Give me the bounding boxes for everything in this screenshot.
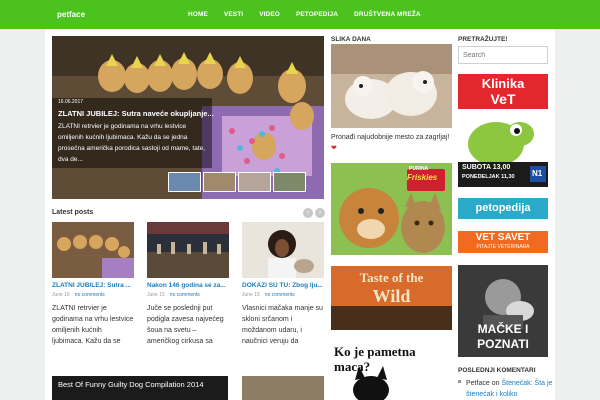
- nav-video[interactable]: VIDEO: [259, 11, 280, 18]
- post-excerpt: Vlasnici mačaka manje su skloni srčanom …: [242, 305, 323, 345]
- n1-logo: N1: [532, 169, 543, 178]
- post-card[interactable]: Nakon 146 godina se za... June 15 no comm…: [147, 222, 229, 347]
- post-date: June 16: [52, 292, 70, 298]
- post-card[interactable]: DOKAZI SU TU: Zbog lju... June 15 no comm…: [242, 222, 324, 347]
- klinika-title: Klinika: [481, 76, 525, 91]
- vet-savet-subtitle: PITAJTE VETERINARA: [476, 244, 530, 250]
- macke-line1: MAČKE I: [477, 322, 529, 336]
- post-date: June 15: [147, 292, 165, 298]
- latest-posts-heading: Latest posts: [52, 209, 94, 216]
- vet-savet-title: VET SAVET: [475, 232, 531, 243]
- post-title[interactable]: ZLATNI JUBILEJ: Sutra ...: [52, 282, 134, 289]
- nav-home[interactable]: HOME: [188, 11, 208, 18]
- comment-on: on: [491, 380, 500, 387]
- heart-icon: ❤: [331, 145, 337, 152]
- comment-author: Petface: [466, 380, 490, 387]
- post-meta: June 16 no comments: [52, 292, 134, 298]
- post-image[interactable]: [147, 222, 229, 278]
- site-logo[interactable]: petface: [57, 10, 85, 19]
- post-excerpt: Juče se poslednji put podigla zavesa naj…: [147, 305, 224, 345]
- slider-thumbnails: [168, 172, 308, 192]
- video-title[interactable]: Best Of Funny Guilty Dog Compilation 201…: [58, 380, 204, 389]
- post-image[interactable]: [242, 376, 324, 400]
- petopedija-banner[interactable]: petopedija: [458, 198, 548, 219]
- slider-thumb-1[interactable]: [168, 172, 201, 192]
- post-title[interactable]: DOKAZI SU TU: Zbog lju...: [242, 282, 324, 289]
- photo-caption: Pronađi najudobnije mesto za zagrljaj! ❤: [331, 134, 450, 152]
- vet-savet-banner[interactable]: VET SAVET PITAJTE VETERINARA: [458, 231, 548, 253]
- klinika-vet: VeT: [490, 91, 516, 107]
- friskies-logo: Friskies: [407, 173, 438, 182]
- klinika-hours-1: SUBOTA 13,00: [462, 164, 511, 171]
- latest-posts-arrows: ‹ ›: [301, 208, 325, 218]
- post-title[interactable]: Nakon 146 godina se za...: [147, 282, 229, 289]
- prev-arrow-icon[interactable]: ‹: [303, 208, 313, 218]
- photo-of-the-day[interactable]: [331, 44, 452, 128]
- slider-thumb-2[interactable]: [203, 172, 236, 192]
- slide-excerpt: ZLATNI retrvier je godinama na vrhu lest…: [58, 123, 206, 163]
- recent-comments-heading: POSLEDNJI KOMENTARI: [458, 367, 536, 374]
- bullet-icon: [458, 380, 461, 383]
- post-meta: June 15 no comments: [242, 292, 324, 298]
- macke-line2: POZNATI: [477, 337, 529, 351]
- nav-vesti[interactable]: VESTI: [224, 11, 243, 18]
- search-input[interactable]: [458, 46, 548, 64]
- slika-dana-heading: SLIKA DANA: [331, 36, 371, 43]
- post-comments-link[interactable]: no comments: [265, 292, 295, 298]
- post-image[interactable]: [242, 222, 324, 278]
- post-card[interactable]: ZLATNI JUBILEJ: Sutra ... June 16 no comm…: [52, 222, 134, 347]
- post-image[interactable]: [52, 222, 134, 278]
- wild-line1: Taste of the: [359, 270, 424, 285]
- slider-thumb-4[interactable]: [273, 172, 306, 192]
- search-heading: PRETRAŽUJTE!: [458, 36, 508, 43]
- pametna-text: Ko je pametna maca?: [334, 344, 416, 374]
- nav-drustvena-mreza[interactable]: DRUŠTVENA MREŽA: [354, 11, 421, 18]
- post-meta: June 15 no comments: [147, 292, 229, 298]
- klinika-hours-2: PONEDELJAK 11,30: [462, 174, 515, 180]
- next-arrow-icon[interactable]: ›: [315, 208, 325, 218]
- post-excerpt: ZLATNI retrvier je godinama na vrhu lest…: [52, 305, 134, 345]
- friskies-brand: PURINA: [409, 166, 429, 172]
- post-date: June 15: [242, 292, 260, 298]
- post-comments-link[interactable]: no comments: [170, 292, 200, 298]
- nav-petopedija[interactable]: PETOPEDIJA: [296, 11, 338, 18]
- post-comments-link[interactable]: no comments: [75, 292, 105, 298]
- slider-thumb-3[interactable]: [238, 172, 271, 192]
- recent-comment-item: Petface on Štenećak: Šta je štenećak i k…: [466, 378, 556, 400]
- slide-title[interactable]: ZLATNI JUBILEJ: Sutra naveće okupljanje.…: [58, 109, 228, 118]
- slide-date: 16.06.2017: [58, 99, 84, 105]
- wild-line2: Wild: [372, 286, 411, 306]
- main-nav: HOME VESTI VIDEO PETOPEDIJA DRUŠTVENA MR…: [188, 11, 437, 18]
